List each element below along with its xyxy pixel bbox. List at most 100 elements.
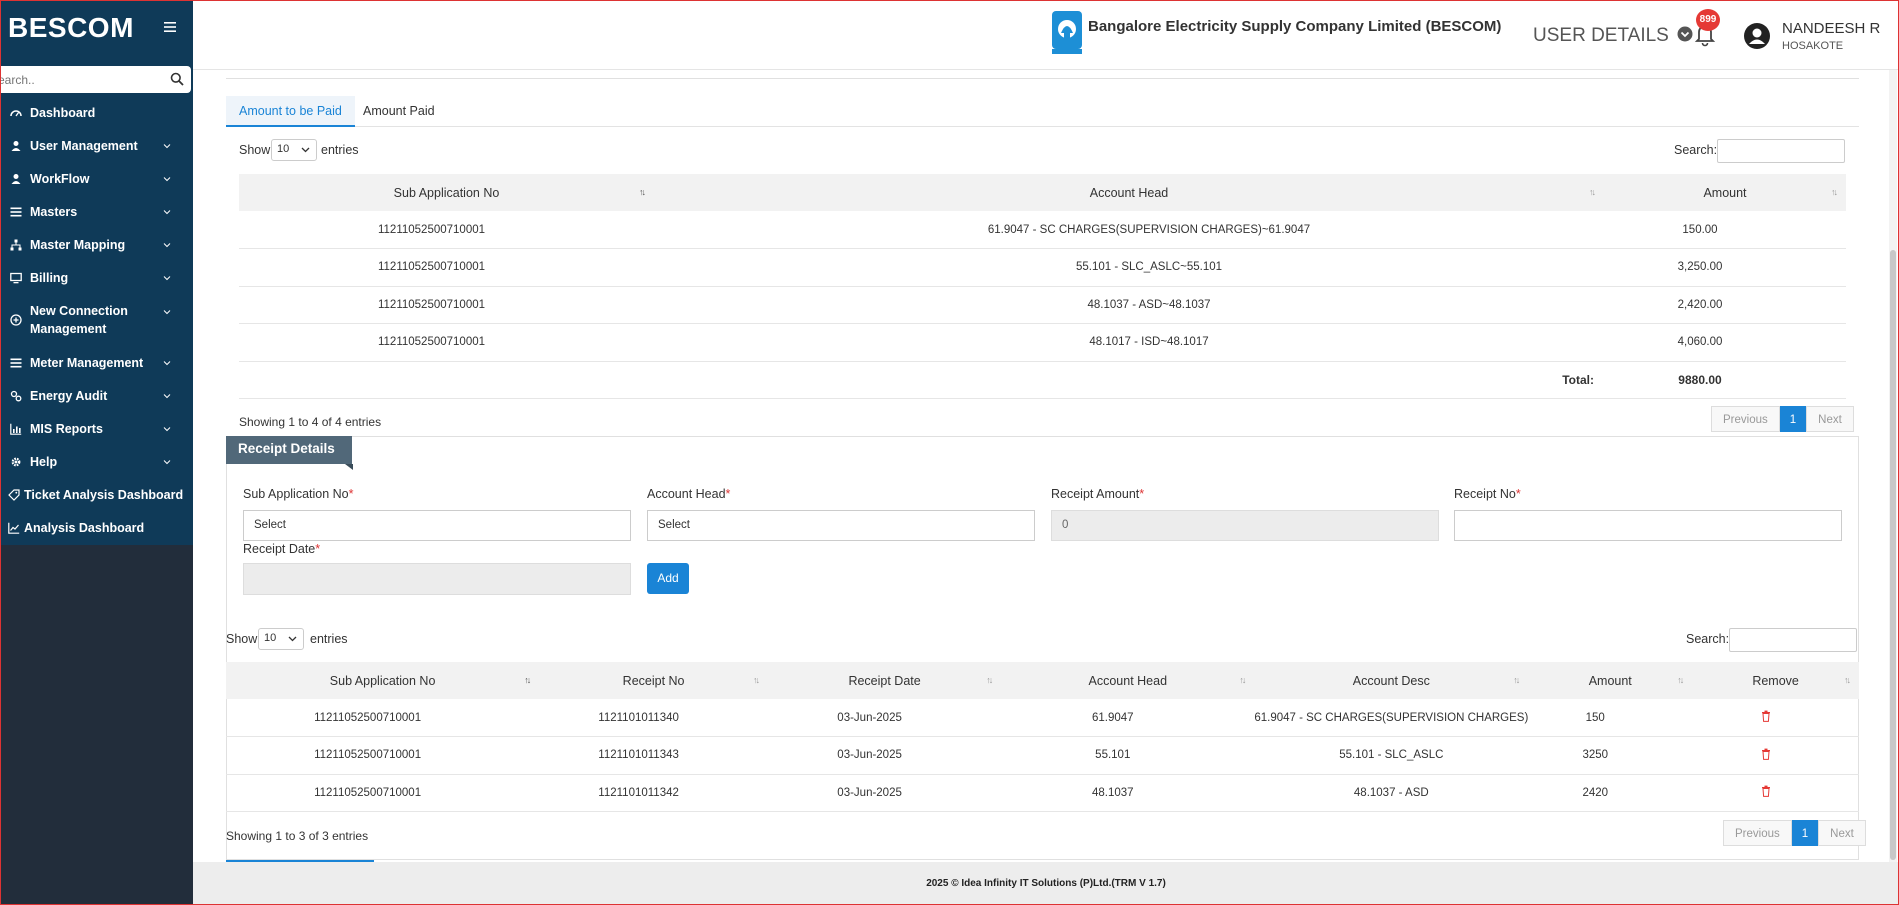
- sidebar-item-analysis-dashboard[interactable]: Analysis Dashboard: [0, 511, 193, 544]
- sidebar-item-label: Dashboard: [30, 105, 96, 120]
- sidebar-item-label: Meter Management: [30, 355, 144, 370]
- page-1-button[interactable]: 1: [1779, 406, 1807, 432]
- sidebar-item-label: User Management: [30, 138, 138, 153]
- sidebar-item-energy-audit[interactable]: Energy Audit: [0, 379, 193, 412]
- trash-icon[interactable]: [1761, 748, 1771, 760]
- sidebar-item-billing[interactable]: Billing: [0, 261, 193, 294]
- receipt-table-pagination: Previous 1 Next: [1723, 820, 1866, 846]
- page-size-select[interactable]: 10: [271, 139, 317, 161]
- sort-icon: ↑↓: [1831, 187, 1838, 197]
- cogs-icon: [10, 390, 22, 401]
- amount-table-search-input[interactable]: [1717, 139, 1845, 163]
- sidebar-item-label: Energy Audit: [30, 388, 108, 403]
- notification-badge[interactable]: 899: [1696, 9, 1720, 31]
- trash-icon[interactable]: [1761, 710, 1771, 722]
- scrollbar-thumb[interactable]: [1890, 250, 1896, 860]
- cell-account-head: 55.101: [1001, 736, 1255, 775]
- avatar-icon[interactable]: [1743, 22, 1771, 50]
- column-header[interactable]: Account Head ↑↓: [654, 174, 1604, 211]
- cell-account-head: 55.101 - SLC_ASLC~55.101: [654, 248, 1604, 287]
- sidebar-item-label: Analysis Dashboard: [24, 520, 145, 535]
- sidebar-item-dashboard[interactable]: Dashboard: [0, 96, 193, 129]
- cell-receipt-date: 03-Jun-2025: [768, 774, 1002, 812]
- column-header[interactable]: Remove ↑↓: [1692, 662, 1859, 699]
- sort-icon: ↑↓: [1589, 187, 1596, 197]
- sidebar: BESCOM Dashboard User Management WorkFlo…: [0, 0, 193, 905]
- sidebar-item-masters[interactable]: Masters: [0, 195, 193, 228]
- column-header[interactable]: Sub Application No ↑↓: [226, 662, 540, 699]
- column-header[interactable]: Sub Application No ↑↓: [239, 174, 654, 211]
- sidebar-item-ticket-analysis-dashboard[interactable]: Ticket Analysis Dashboard: [0, 478, 193, 511]
- previous-page-button[interactable]: Previous: [1711, 406, 1780, 432]
- receipt-no-field[interactable]: [1454, 510, 1842, 541]
- sidebar-item-master-mapping[interactable]: Master Mapping: [0, 228, 193, 261]
- next-page-button[interactable]: Next: [1818, 820, 1866, 846]
- column-header[interactable]: Receipt Date ↑↓: [768, 662, 1002, 699]
- cell-empty: [239, 361, 654, 399]
- page-size-select[interactable]: 10: [258, 628, 304, 650]
- sidebar-item-mis-reports[interactable]: MIS Reports: [0, 412, 193, 445]
- sort-icon: ↑↓: [1677, 675, 1684, 685]
- cell-amount: 3,250.00: [1604, 248, 1846, 287]
- column-header[interactable]: Receipt No ↑↓: [539, 662, 768, 699]
- chevron-down-icon: [163, 143, 171, 148]
- amount-to-be-paid-table: Sub Application No ↑↓ Account Head ↑↓ Amou…: [239, 174, 1846, 399]
- line-chart-icon: [8, 522, 20, 534]
- cell-remove: [1692, 736, 1859, 775]
- search-label: Search:: [1674, 143, 1718, 157]
- column-header[interactable]: Amount ↑↓: [1528, 662, 1693, 699]
- chevron-down-icon: [163, 459, 171, 464]
- sidebar-item-user-management[interactable]: User Management: [0, 129, 193, 162]
- cell-sub-application-no: 11211052500710001: [226, 774, 540, 812]
- trash-icon[interactable]: [1761, 785, 1771, 798]
- cell-remove: [1692, 699, 1859, 737]
- cell-account-head: 61.9047 - SC CHARGES(SUPERVISION CHARGES…: [654, 211, 1604, 249]
- cell-account-desc: 61.9047 - SC CHARGES(SUPERVISION CHARGES…: [1254, 699, 1529, 737]
- receipt-table-info: Showing 1 to 3 of 3 entries: [226, 829, 369, 843]
- cell-receipt-no: 1121101011340: [539, 699, 768, 737]
- sort-icon: ↑↓: [1513, 675, 1520, 685]
- sidebar-item-help[interactable]: Help: [0, 445, 193, 478]
- hamburger-menu-icon[interactable]: [164, 20, 176, 38]
- receipt-date-field[interactable]: [243, 563, 631, 595]
- cell-amount: 150: [1528, 699, 1693, 737]
- column-header[interactable]: Account Desc ↑↓: [1254, 662, 1529, 699]
- sidebar-menu: Dashboard User Management WorkFlow Maste…: [0, 96, 193, 544]
- next-page-button[interactable]: Next: [1806, 406, 1854, 432]
- sidebar-item-workflow[interactable]: WorkFlow: [0, 162, 193, 195]
- sub-application-no-label: Sub Application No*: [243, 487, 354, 501]
- sidebar-item-label: WorkFlow: [30, 171, 90, 186]
- search-icon[interactable]: [170, 72, 184, 86]
- receipt-amount-field: 0: [1051, 510, 1439, 541]
- total-label: Total:: [654, 361, 1604, 399]
- account-head-select[interactable]: Select: [647, 510, 1035, 541]
- sidebar-item-meter-management[interactable]: Meter Management: [0, 346, 193, 379]
- chevron-down-icon: [163, 176, 171, 181]
- cell-account-desc: 55.101 - SLC_ASLC: [1254, 736, 1529, 775]
- cell-sub-application-no: 11211052500710001: [239, 286, 654, 324]
- sort-icon: ↑↓: [1239, 675, 1246, 685]
- cell-sub-application-no: 11211052500710001: [226, 736, 540, 775]
- page-1-button[interactable]: 1: [1791, 820, 1819, 846]
- user-icon: [11, 173, 21, 184]
- cell-receipt-date: 03-Jun-2025: [768, 699, 1002, 737]
- sidebar-menu-panel: BESCOM Dashboard User Management WorkFlo…: [0, 0, 193, 545]
- sidebar-search-input[interactable]: [0, 66, 155, 93]
- table-row: 11211052500710001 61.9047 - SC CHARGES(S…: [239, 211, 1846, 249]
- user-details-dropdown[interactable]: USER DETAILS: [1533, 25, 1693, 47]
- receipt-table-search-input[interactable]: [1729, 628, 1857, 652]
- table-row: 11211052500710001 48.1017 - ISD~48.1017 …: [239, 323, 1846, 362]
- add-button[interactable]: Add: [647, 563, 689, 594]
- column-header[interactable]: Amount ↑↓: [1604, 174, 1846, 211]
- previous-page-button[interactable]: Previous: [1723, 820, 1792, 846]
- tab-amount-to-be-paid[interactable]: Amount to be Paid: [226, 96, 355, 127]
- table-row: 11211052500710001 1121101011340 03-Jun-2…: [226, 699, 1859, 737]
- page-scrollbar[interactable]: [1889, 70, 1897, 862]
- column-header[interactable]: Account Head ↑↓: [1001, 662, 1255, 699]
- sidebar-item-new-connection-management[interactable]: New Connection Management: [0, 294, 193, 346]
- chevron-down-icon: [163, 275, 171, 280]
- sub-application-no-select[interactable]: Select: [243, 510, 631, 541]
- tab-amount-paid[interactable]: Amount Paid: [350, 96, 448, 127]
- page-size-value: 10: [264, 632, 277, 644]
- sort-icon: ↑↓: [639, 187, 646, 197]
